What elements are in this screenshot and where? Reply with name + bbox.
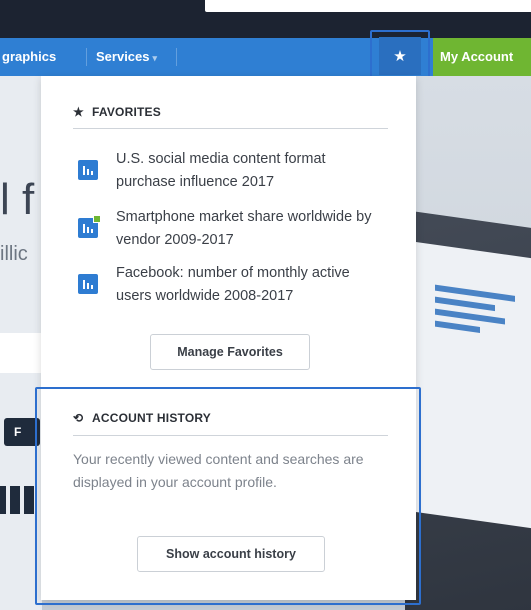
chevron-down-icon: ▾ — [152, 53, 158, 63]
star-icon: ★ — [379, 37, 421, 75]
favorites-heading: ★ FAVORITES — [73, 105, 161, 119]
hero-heading-fragment: l f — [0, 175, 35, 224]
nav-services[interactable]: Services ▾ — [96, 38, 157, 76]
hero-search-input[interactable] — [0, 333, 42, 373]
bar-chart-plus-icon — [78, 215, 101, 238]
nav-infographics[interactable]: graphics — [2, 38, 56, 76]
favorite-item-label: Smartphone market share worldwide by ven… — [116, 209, 372, 248]
top-bar — [0, 0, 531, 38]
favorite-item-label: U.S. social media content format purchas… — [116, 151, 326, 190]
bar-chart-icon — [78, 160, 98, 180]
favorite-item-label: Facebook: number of monthly active users… — [116, 265, 350, 304]
favorites-button[interactable]: ★ — [370, 30, 430, 82]
favorites-title: FAVORITES — [92, 105, 161, 119]
divider — [73, 128, 388, 129]
star-icon: ★ — [73, 105, 84, 119]
nav-services-label: Services — [96, 49, 150, 64]
hero-subheading-fragment: illic — [0, 243, 28, 265]
my-account-button[interactable]: My Account — [433, 38, 531, 76]
nav-divider — [86, 48, 87, 66]
account-history-highlight — [35, 387, 421, 605]
laptop-screen-image — [415, 241, 531, 529]
search-bar-stub[interactable] — [205, 0, 531, 12]
hero-tiles — [0, 486, 34, 514]
nav-divider — [176, 48, 177, 66]
manage-favorites-button[interactable]: Manage Favorites — [150, 334, 310, 370]
bar-chart-icon — [78, 274, 98, 294]
